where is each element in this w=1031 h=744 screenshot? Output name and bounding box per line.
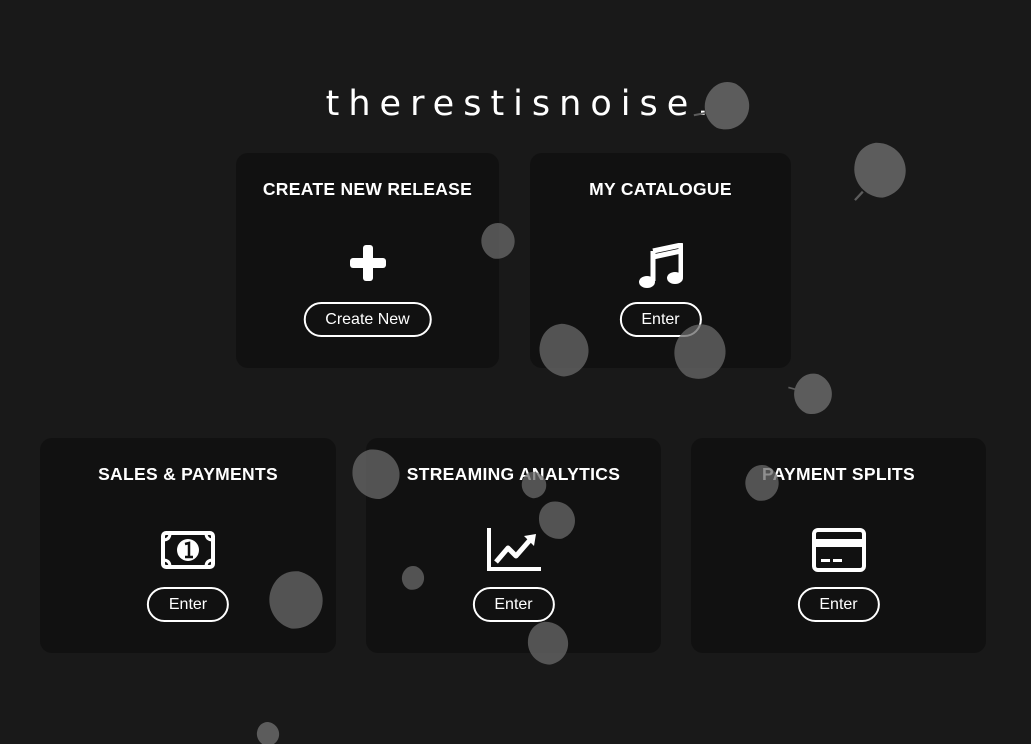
catalogue-card: MY CATALOGUE Enter [530,153,791,368]
card-title: STREAMING ANALYTICS [406,464,621,484]
card-title: PAYMENT SPLITS [762,464,915,484]
payment-splits-card: PAYMENT SPLITS Enter [691,438,986,653]
sales-payments-card: SALES & PAYMENTS Enter [40,438,336,653]
plus-icon [348,243,388,283]
card-title: CREATE NEW RELEASE [262,179,473,199]
create-new-button[interactable]: Create New [303,302,432,337]
streaming-analytics-card: STREAMING ANALYTICS Enter [366,438,661,653]
leaf-icon [788,369,837,419]
credit-card-icon [811,528,866,572]
create-release-card: CREATE NEW RELEASE Create New [236,153,499,368]
splits-enter-button[interactable]: Enter [797,587,880,622]
catalogue-enter-button[interactable]: Enter [619,302,702,337]
leaf-icon [256,722,280,744]
dashboard-page: therestisnoise. CREATE NEW RELEASE Creat… [0,0,1031,744]
line-chart-icon [486,526,542,572]
music-note-icon [638,243,683,289]
streaming-enter-button[interactable]: Enter [472,587,555,622]
banknote-icon [161,531,215,569]
sales-enter-button[interactable]: Enter [146,587,230,622]
card-title: SALES & PAYMENTS [98,464,278,484]
brand-title: therestisnoise. [325,84,718,124]
card-title: MY CATALOGUE [589,179,732,199]
leaf-icon [850,138,910,202]
